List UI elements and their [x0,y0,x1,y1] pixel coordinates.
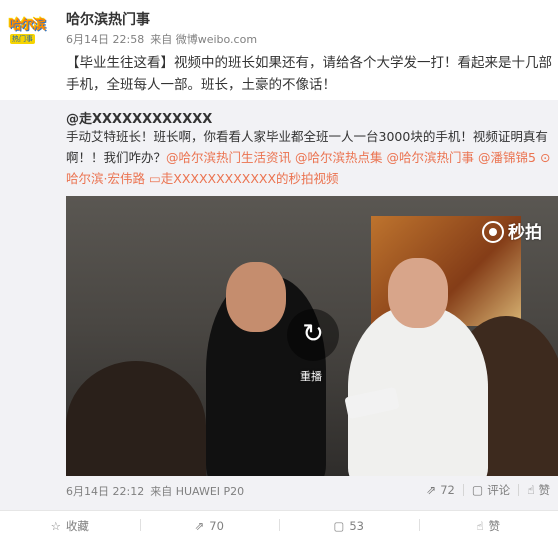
thumbs-up-icon: ☝ [476,519,483,533]
mention-link[interactable]: @潘锦锦5 [478,150,536,165]
repost-comment-label: 评论 [487,482,510,498]
repost-like-label: 赞 [539,482,551,498]
video-link-label: 走XXXXXXXXXXXX的秒拍视频 [161,171,339,186]
location-pin-icon: ⊙ [540,150,550,165]
repost-card: @走XXXXXXXXXXXX 手动艾特班长！班长啊，你看看人家毕业都全班一人一台… [0,100,558,510]
post-text: 【毕业生往这看】视频中的班长如果还有，请给各个大学发一打！看起来是十几部手机，全… [66,52,554,96]
video-frame-figure [348,306,488,476]
video-frame-figure [388,258,448,328]
like-label: 赞 [489,518,501,534]
post-meta: 6月14日 22:58 来自 微博weibo.com [66,31,263,47]
user-avatar[interactable]: 哈尔滨 热门事 [6,8,56,48]
repost-button[interactable]: ⇗ 70 [140,514,280,537]
mention-link[interactable]: @哈尔滨热门生活资讯 [166,150,291,165]
repost-count: 70 [209,519,224,533]
video-link[interactable]: ▭走XXXXXXXXXXXX的秒拍视频 [149,171,339,186]
comment-count: 53 [349,519,364,533]
mention-link[interactable]: @哈尔滨热门事 [387,150,475,165]
comment-button[interactable]: ▢ 53 [279,514,419,537]
camera-icon [482,221,504,243]
video-icon: ▭ [149,171,161,186]
repost-comment-button[interactable]: ▢ 评论 [464,482,518,498]
favorite-button[interactable]: ☆ 收藏 [0,514,140,537]
replay-label: 重播 [300,368,322,384]
replay-button[interactable]: ↻ [287,309,339,361]
watermark-text: 秒拍 [508,223,542,243]
miaopai-watermark: 秒拍 [482,218,542,243]
mention-link[interactable]: @哈尔滨热点集 [295,150,383,165]
repost-time[interactable]: 6月14日 22:12 [66,485,144,498]
post-user-name[interactable]: 哈尔滨热门事 [66,9,150,29]
comment-icon: ▢ [333,519,344,533]
post-source[interactable]: 来自 微博weibo.com [150,33,257,46]
thumbs-up-icon: ☝ [527,483,534,497]
repost-forward-count: 72 [440,483,455,497]
video-frame-figure [226,262,286,332]
star-icon: ☆ [51,519,61,533]
avatar-logo-text: 哈尔滨 [9,14,45,33]
repost-source[interactable]: 来自 HUAWEI P20 [150,485,244,498]
post-action-bar: ☆收藏 ⇗70 ▢53 ☝赞 [0,510,558,534]
repost-forward-button[interactable]: ⇗ 72 [418,483,463,497]
post-time[interactable]: 6月14日 22:58 [66,33,144,46]
like-button[interactable]: ☝赞 [419,514,558,537]
repost-author[interactable]: @走XXXXXXXXXXXX [66,108,212,127]
location-label: 哈尔滨·宏伟路 [66,171,145,186]
repost-icon: ⇗ [426,483,436,497]
video-player[interactable]: 秒拍 ↻ 重播 [66,196,558,476]
replay-icon: ↻ [302,319,324,349]
repost-meta: 6月14日 22:12 来自 HUAWEI P20 [66,483,250,499]
avatar-logo-subtext: 热门事 [10,34,35,44]
repost-icon: ⇗ [195,519,205,533]
repost-actions: ⇗72 ▢评论 ☝赞 [418,480,558,500]
comment-icon: ▢ [472,483,483,497]
repost-text: 手动艾特班长！班长啊，你看看人家毕业都全班一人一台3000块的手机！视频证明真有… [66,126,554,189]
repost-like-button[interactable]: ☝赞 [519,482,558,498]
favorite-label: 收藏 [66,518,89,534]
